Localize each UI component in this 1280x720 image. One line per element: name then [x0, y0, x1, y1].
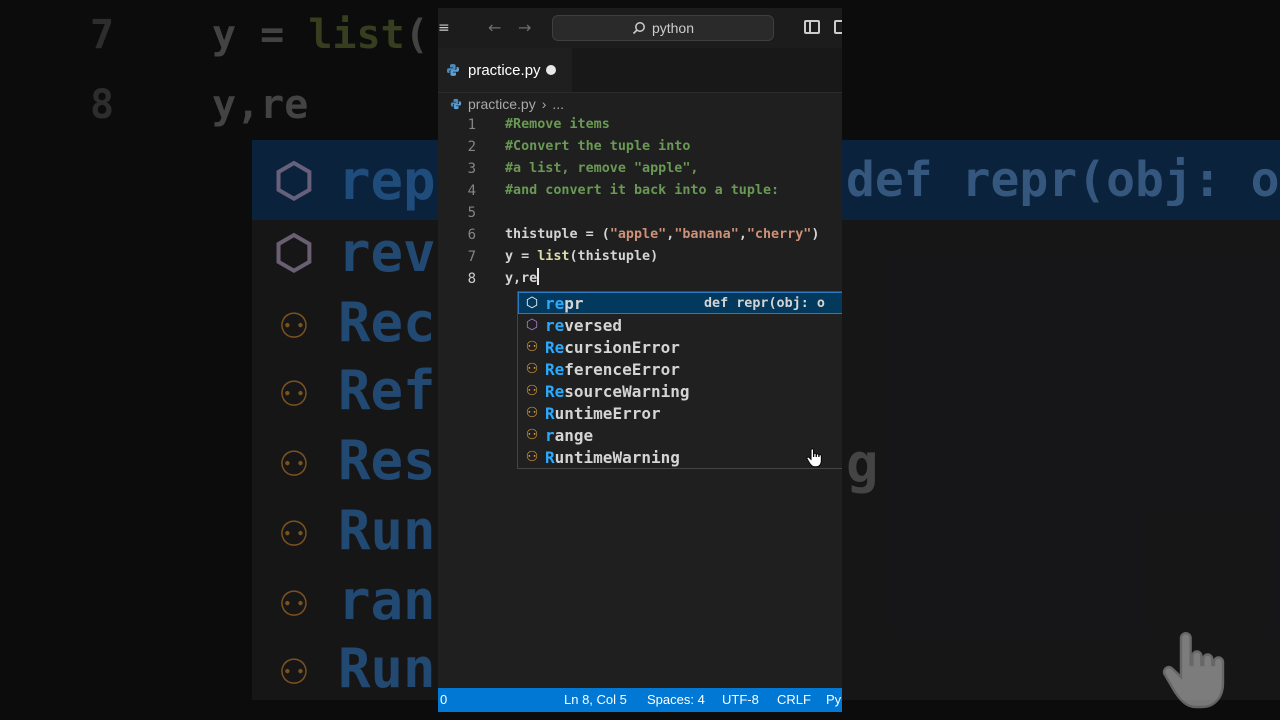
code-text: #a list, remove "apple", — [505, 161, 699, 176]
suggestion-item[interactable]: ⚇ RecursionError — [518, 336, 842, 358]
suggestion-match: Re — [545, 337, 565, 357]
search-text: python — [651, 20, 695, 36]
breadcrumb: practice.py › ... — [450, 92, 564, 116]
unsaved-dot-icon[interactable] — [546, 65, 556, 75]
suggestion-item[interactable]: ⚇ RuntimeWarning — [518, 446, 842, 468]
breadcrumb-more[interactable]: ... — [552, 96, 564, 112]
suggestion-match: R — [545, 447, 555, 467]
status-language[interactable]: Py — [826, 692, 841, 707]
suggestion-rest: sourceWarning — [564, 381, 690, 401]
breadcrumb-file[interactable]: practice.py — [468, 96, 536, 112]
suggestion-rest: ferenceError — [564, 359, 680, 379]
hamburger-icon[interactable]: ≡ — [438, 20, 450, 36]
tab-practice-py[interactable]: practice.py — [438, 48, 572, 92]
status-cursor-position[interactable]: Ln 8, Col 5 — [564, 692, 627, 707]
suggestion-label: range — [545, 426, 593, 445]
tab-bar: practice.py — [438, 48, 842, 93]
suggestion-label: RecursionError — [545, 338, 680, 357]
suggestion-rest: untimeError — [554, 403, 661, 423]
suggestion-label: ResourceWarning — [545, 382, 690, 401]
code-line: 7 y = list(thistuple) — [438, 246, 842, 268]
arrow-right-icon[interactable]: → — [518, 18, 531, 37]
suggest-widget: ⬡ repr def repr(obj: o ⬡ reversed ⚇ Recu… — [517, 291, 842, 469]
command-center-search[interactable]: python — [552, 15, 774, 41]
suggestion-match: r — [545, 425, 555, 445]
line-number: 8 — [467, 271, 476, 287]
line-number: 3 — [467, 161, 476, 177]
chevron-right-icon: › — [541, 96, 547, 112]
suggestion-label: RuntimeWarning — [545, 448, 680, 467]
code-line: 3 #a list, remove "apple", — [438, 158, 842, 180]
code-text: thistuple = ("apple","banana","cherry") — [505, 227, 820, 242]
class-icon: ⚇ — [525, 361, 539, 377]
line-number: 7 — [467, 249, 476, 265]
python-file-icon — [450, 98, 462, 110]
suggestion-item[interactable]: ⚇ ReferenceError — [518, 358, 842, 380]
status-eol[interactable]: CRLF — [777, 692, 811, 707]
suggestion-detail: def repr(obj: o — [704, 295, 825, 311]
code-line: 2 #Convert the tuple into — [438, 136, 842, 158]
code-text-current: y,re — [505, 268, 540, 290]
suggestion-item[interactable]: ⚇ ResourceWarning — [518, 380, 842, 402]
toggle-sidebar-icon[interactable] — [804, 20, 820, 34]
cube-icon: ⬡ — [525, 295, 539, 311]
editor-window: ≡ ← → python practice.py practice.py › .… — [438, 8, 842, 712]
class-icon: ⚇ — [525, 405, 539, 421]
text-cursor — [537, 268, 540, 285]
line-number: 6 — [467, 227, 476, 243]
status-problems[interactable]: 0 — [440, 692, 447, 707]
code-text: #Remove items — [505, 117, 610, 132]
code-text: #Convert the tuple into — [505, 139, 691, 154]
hand-cursor-icon — [806, 448, 822, 468]
line-number: 5 — [467, 205, 476, 221]
suggestion-rest: ange — [554, 425, 594, 445]
code-text: #and convert it back into a tuple: — [505, 183, 780, 198]
cube-icon: ⬡ — [525, 317, 539, 333]
arrow-left-icon[interactable]: ← — [488, 18, 501, 37]
suggestion-label: ReferenceError — [545, 360, 680, 379]
toggle-panel-icon[interactable] — [834, 20, 842, 34]
code-line-current: 8 y,re — [438, 268, 842, 290]
code-text: y,re — [505, 271, 538, 286]
suggestion-match: re — [545, 293, 565, 313]
suggestion-match: Re — [545, 359, 565, 379]
suggestion-match: Re — [545, 381, 565, 401]
class-icon: ⚇ — [525, 449, 539, 465]
line-number: 4 — [467, 183, 476, 199]
suggestion-label: repr — [545, 294, 584, 313]
status-encoding[interactable]: UTF-8 — [722, 692, 759, 707]
code-line: 5 — [438, 202, 842, 224]
suggestion-rest: versed — [564, 315, 623, 335]
line-number: 2 — [467, 139, 476, 155]
code-line: 4 #and convert it back into a tuple: — [438, 180, 842, 202]
class-icon: ⚇ — [525, 383, 539, 399]
suggestion-item[interactable]: ⬡ repr def repr(obj: o — [518, 292, 842, 314]
status-bar: 0 Ln 8, Col 5 Spaces: 4 UTF-8 CRLF Py — [438, 688, 842, 712]
suggestion-match: re — [545, 315, 565, 335]
suggestion-match: R — [545, 403, 555, 423]
class-icon: ⚇ — [525, 339, 539, 355]
status-indentation[interactable]: Spaces: 4 — [647, 692, 705, 707]
suggestion-item[interactable]: ⬡ reversed — [518, 314, 842, 336]
suggestion-rest: untimeWarning — [554, 447, 680, 467]
python-file-icon — [447, 64, 459, 76]
line-number: 1 — [467, 117, 476, 133]
suggestion-rest: pr — [564, 293, 584, 313]
code-line: 6 thistuple = ("apple","banana","cherry"… — [438, 224, 842, 246]
suggestion-label: RuntimeError — [545, 404, 661, 423]
class-icon: ⚇ — [525, 427, 539, 443]
title-bar: ≡ ← → python — [438, 8, 842, 48]
suggestion-rest: cursionError — [564, 337, 680, 357]
suggestion-label: reversed — [545, 316, 622, 335]
code-text: y = list(thistuple) — [505, 249, 659, 264]
code-line: 1 #Remove items — [438, 114, 842, 136]
tab-label: practice.py — [468, 61, 541, 79]
search-icon — [632, 22, 645, 35]
suggestion-item[interactable]: ⚇ range — [518, 424, 842, 446]
suggestion-item[interactable]: ⚇ RuntimeError — [518, 402, 842, 424]
